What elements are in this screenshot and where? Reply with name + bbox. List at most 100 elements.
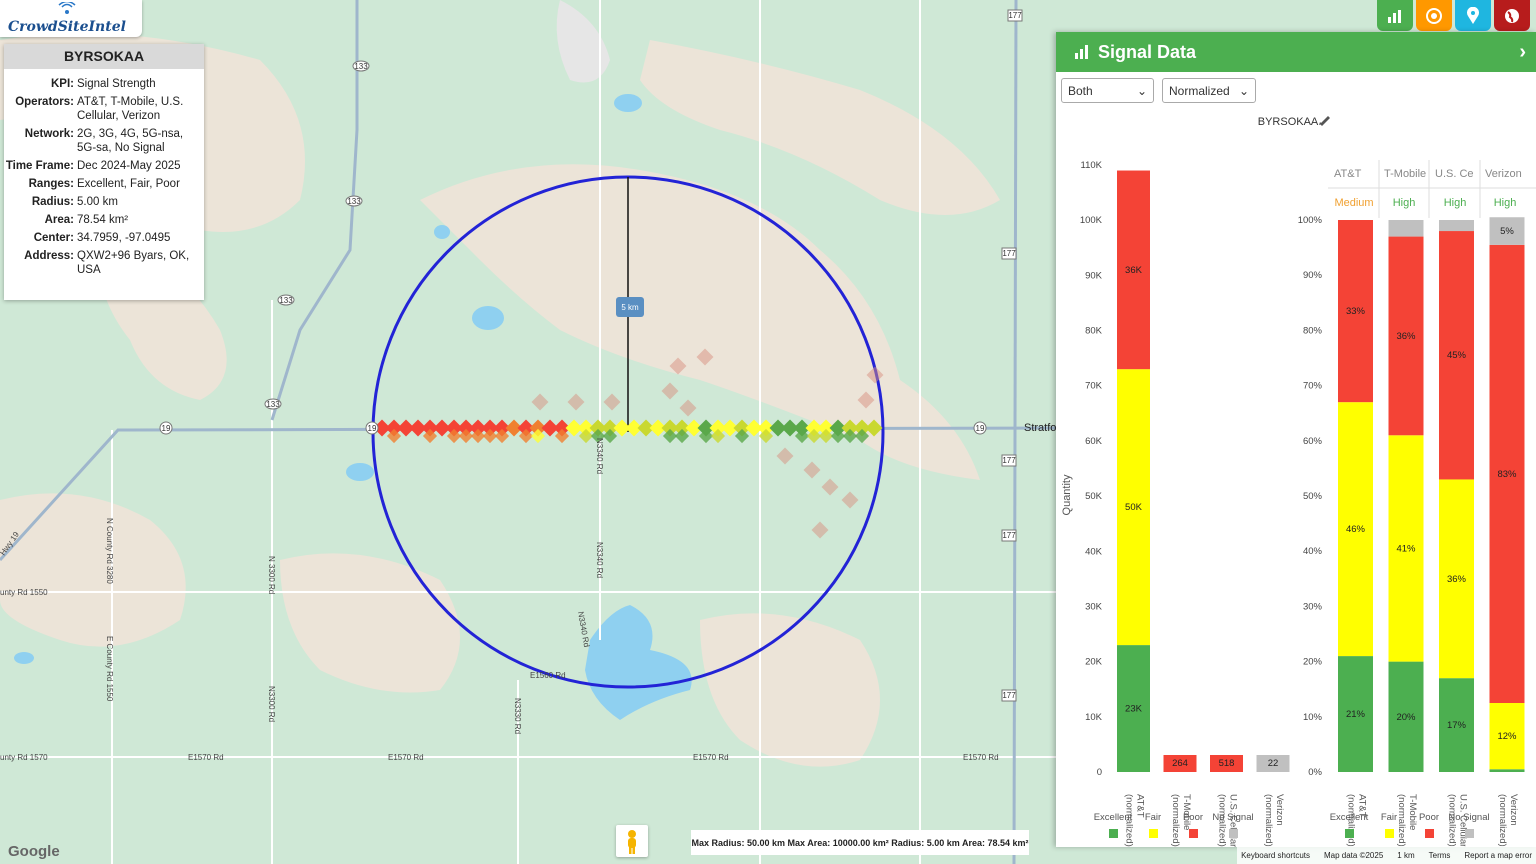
street-view-button[interactable] — [616, 825, 648, 857]
info-row: Address: QXW2+96 Byars, OK, USA — [4, 249, 198, 277]
legend-swatch[interactable] — [1149, 829, 1158, 838]
y-tick-label: 40K — [1085, 546, 1103, 557]
bar-segment[interactable] — [1489, 769, 1525, 772]
svg-text:133: 133 — [354, 62, 368, 71]
lake — [472, 306, 504, 330]
info-key: Center: — [33, 232, 74, 244]
y-tick-label: 30K — [1085, 601, 1103, 612]
data-label: 23K — [1125, 704, 1143, 715]
info-rows: KPI: Signal Strength Operators: AT&T, T-Mob… — [4, 69, 204, 277]
svg-text:177: 177 — [1002, 691, 1016, 700]
data-label: 45% — [1447, 350, 1467, 361]
target-button[interactable] — [1416, 0, 1452, 31]
legend-swatch[interactable] — [1385, 829, 1394, 838]
y-tick-label: 50% — [1303, 491, 1323, 502]
y-axis-title: Quantity — [1061, 474, 1073, 515]
road-shield: 133 — [277, 294, 295, 306]
panel-header: Signal Data › — [1056, 32, 1536, 72]
y-tick-label: 90K — [1085, 270, 1103, 281]
data-label: 50K — [1125, 502, 1143, 513]
road-shield: 133 — [345, 195, 363, 207]
data-label: 36K — [1125, 265, 1143, 276]
legend-swatch[interactable] — [1465, 829, 1474, 838]
location-button[interactable] — [1455, 0, 1491, 31]
svg-text:5 km: 5 km — [621, 303, 639, 312]
map-info-bar: Max Radius: 50.00 km Max Area: 10000.00 … — [691, 830, 1029, 855]
info-key: Ranges: — [28, 178, 74, 190]
info-value: QXW2+96 Byars, OK, USA — [77, 250, 190, 276]
target-icon — [1426, 7, 1442, 24]
operator-mode-select[interactable]: Both ⌄ — [1061, 78, 1154, 103]
bar-chart-icon — [1388, 9, 1401, 23]
info-key: Time Frame: — [5, 160, 74, 172]
top-toolbar — [1377, 0, 1530, 31]
legend-label: No Signal — [1212, 812, 1253, 823]
lake — [434, 225, 450, 239]
operator-level: High — [1494, 197, 1517, 209]
signal-data-panel: Signal Data › Both ⌄ Normalized ⌄ BYRSOKAA… — [1056, 32, 1536, 847]
legend-swatch[interactable] — [1229, 829, 1238, 838]
road-label: N County Rd 3280 — [105, 518, 114, 584]
normalization-value: Normalized — [1169, 83, 1230, 98]
info-value: Dec 2024-May 2025 — [77, 160, 181, 172]
radius-marker[interactable]: 5 km — [616, 297, 644, 317]
y-tick-label: 20K — [1085, 657, 1103, 668]
legend-label: Excellent — [1094, 812, 1133, 823]
data-label: 17% — [1447, 720, 1467, 731]
globe-button[interactable] — [1494, 0, 1530, 31]
y-tick-label: 0% — [1308, 767, 1322, 778]
legend-swatch[interactable] — [1345, 829, 1354, 838]
x-tick-label: (normalized) — [1263, 794, 1274, 847]
operator-level: Medium — [1334, 197, 1373, 209]
y-tick-label: 60% — [1303, 436, 1323, 447]
report-error-link[interactable]: Report a map error — [1464, 851, 1532, 860]
chart-title: BYRSOKAA — [1258, 116, 1319, 128]
terms-link[interactable]: Terms — [1429, 851, 1451, 860]
info-key: Operators: — [15, 96, 74, 108]
map-attribution: Keyboard shortcuts Map data ©2025 1 km T… — [1237, 846, 1536, 864]
normalization-select[interactable]: Normalized ⌄ — [1162, 78, 1256, 103]
y-tick-label: 70K — [1085, 381, 1103, 392]
lake — [346, 463, 374, 481]
legend-swatch[interactable] — [1109, 829, 1118, 838]
scale-text: 1 km — [1397, 850, 1415, 860]
svg-text:177: 177 — [1008, 11, 1022, 20]
info-row: Center: 34.7959, -97.0495 — [4, 231, 198, 245]
panel-controls: Both ⌄ Normalized ⌄ — [1061, 78, 1256, 103]
info-row: Time Frame: Dec 2024-May 2025 — [4, 159, 198, 173]
bar-segment[interactable] — [1439, 220, 1474, 232]
svg-text:19: 19 — [976, 424, 985, 433]
road-label: E1570 Rd — [388, 753, 424, 762]
operator-header[interactable]: U.S. Ce — [1435, 168, 1474, 180]
legend-label: Poor — [1183, 812, 1203, 823]
app-logo[interactable]: CrowdSiteIntel — [0, 0, 142, 37]
y-tick-label: 70% — [1303, 381, 1323, 392]
data-label: 36% — [1447, 574, 1467, 585]
operator-level: High — [1393, 197, 1416, 209]
map-data-text: Map data ©2025 — [1324, 850, 1384, 860]
operator-header[interactable]: AT&T — [1334, 168, 1362, 180]
keyboard-shortcuts-link[interactable]: Keyboard shortcuts — [1241, 851, 1310, 860]
x-tick-label: Verizon — [1508, 794, 1519, 826]
site-info-card: BYRSOKAA KPI: Signal Strength Operators: AT… — [4, 44, 204, 300]
signal-chart-button[interactable] — [1377, 0, 1413, 31]
legend-swatch[interactable] — [1425, 829, 1434, 838]
data-label: 33% — [1346, 306, 1366, 317]
info-row: Area: 78.54 km² — [4, 213, 198, 227]
data-label: 22 — [1268, 758, 1279, 769]
lake — [614, 94, 642, 112]
bar-segment[interactable] — [1388, 220, 1424, 237]
signal-logo-icon — [58, 2, 76, 14]
legend-label: Poor — [1419, 812, 1439, 823]
road-label: N3340 Rd — [595, 542, 604, 578]
legend-swatch[interactable] — [1189, 829, 1198, 838]
road-label: E1570 Rd — [693, 753, 729, 762]
road-label: N3340 Rd — [595, 438, 604, 474]
edit-icon[interactable] — [1319, 116, 1330, 126]
data-label: 41% — [1396, 543, 1416, 554]
data-label: 46% — [1346, 524, 1366, 535]
collapse-panel-icon[interactable]: › — [1519, 41, 1526, 64]
operator-header[interactable]: T-Mobile — [1384, 168, 1426, 180]
legend-label: Fair — [1381, 812, 1397, 823]
operator-header[interactable]: Verizon — [1485, 168, 1522, 180]
